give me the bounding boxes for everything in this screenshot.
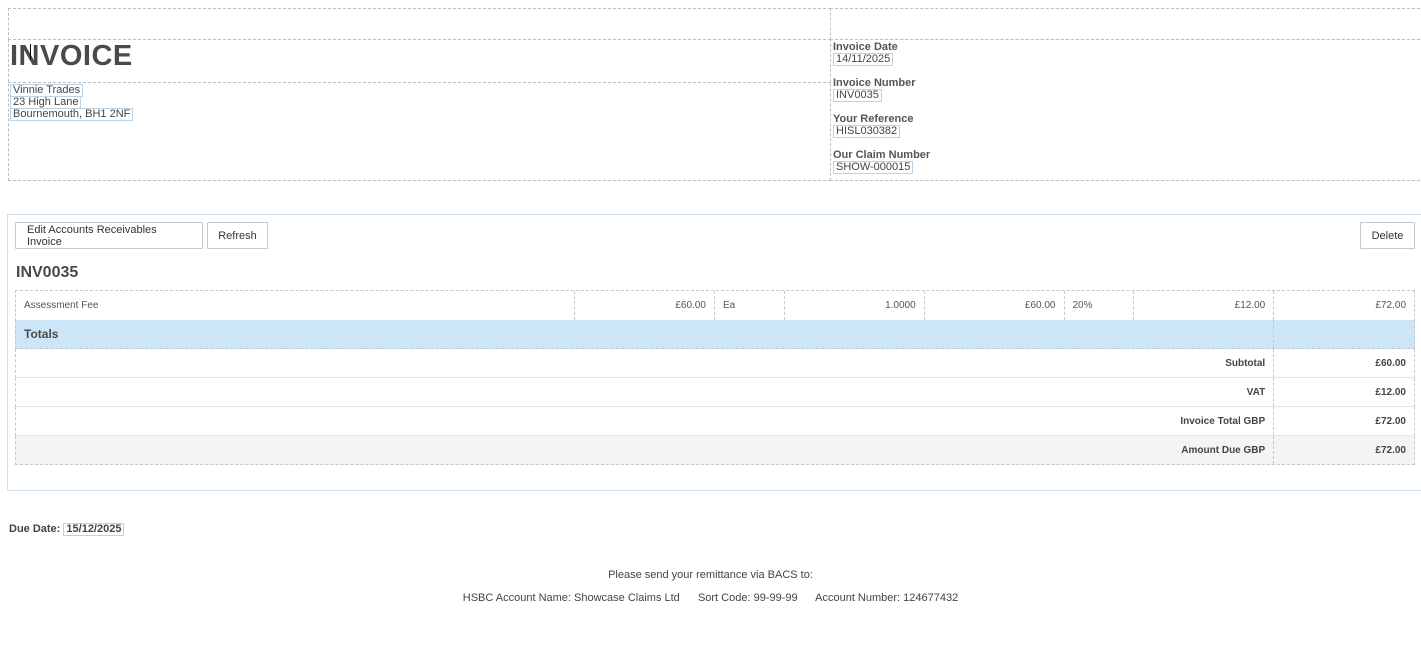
totals-header-value	[1274, 320, 1414, 348]
bank-account-name: HSBC Account Name: Showcase Claims Ltd	[462, 592, 680, 604]
due-date: Due Date: 15/12/2025	[9, 523, 125, 536]
total-value: £72.00	[1375, 444, 1406, 456]
header-top-left-cell	[8, 8, 831, 40]
vat-row: VAT £12.00	[15, 378, 1415, 407]
header-top-right-cell	[830, 8, 1421, 40]
bank-account-number: Account Number: 124677432	[815, 592, 959, 604]
due-date-value[interactable]: 15/12/2025	[63, 523, 125, 536]
due-date-label: Due Date:	[9, 523, 61, 535]
total-value: £72.00	[1375, 415, 1406, 427]
invoice-total-row: Invoice Total GBP £72.00	[15, 407, 1415, 436]
line-unit: Ea	[715, 291, 785, 320]
delete-button[interactable]: Delete	[1360, 222, 1415, 249]
invoice-meta: Invoice Date 14/11/2025 Invoice Number I…	[833, 41, 930, 185]
meta-label: Our Claim Number	[833, 149, 931, 161]
meta-value[interactable]: SHOW-000015	[833, 161, 914, 174]
text-cursor-icon	[30, 44, 32, 60]
line-item-row: Assessment Fee £60.00 Ea 1.0000 £60.00 2…	[15, 290, 1415, 321]
meta-invoice-date: Invoice Date 14/11/2025	[833, 41, 930, 77]
meta-value[interactable]: INV0035	[833, 89, 882, 102]
line-vat: £12.00	[1134, 291, 1275, 320]
totals-header-row: Totals	[15, 320, 1415, 349]
meta-your-reference: Your Reference HISL030382	[833, 113, 930, 149]
panel-heading: INV0035	[16, 264, 79, 281]
address-line-town[interactable]: Bournemouth, BH1 2NF	[10, 108, 134, 121]
total-label: Amount Due GBP	[16, 436, 1275, 464]
total-value: £12.00	[1375, 386, 1406, 398]
bank-sort-code: Sort Code: 99-99-99	[697, 592, 798, 604]
meta-invoice-number: Invoice Number INV0035	[833, 77, 930, 113]
total-label: VAT	[16, 378, 1275, 406]
meta-label: Invoice Number	[833, 77, 916, 89]
remittance-text: Please send your remittance via BACS to:	[608, 569, 813, 581]
amount-due-row: Amount Due GBP £72.00	[15, 436, 1415, 465]
meta-label: Your Reference	[833, 113, 914, 125]
edit-invoice-button[interactable]: Edit Accounts Receivables Invoice	[15, 222, 203, 249]
line-net: £60.00	[925, 291, 1065, 320]
line-quantity: 1.0000	[785, 291, 925, 320]
line-description: Assessment Fee	[16, 291, 576, 320]
line-vat-rate: 20%	[1065, 291, 1135, 320]
line-total: £72.00	[1375, 300, 1407, 311]
refresh-button[interactable]: Refresh	[207, 222, 268, 249]
meta-claim-number: Our Claim Number SHOW-000015	[833, 149, 930, 185]
meta-value[interactable]: HISL030382	[833, 125, 901, 138]
subtotal-row: Subtotal £60.00	[15, 349, 1415, 378]
total-value: £60.00	[1375, 357, 1406, 369]
total-label: Invoice Total GBP	[16, 407, 1275, 435]
meta-label: Invoice Date	[833, 41, 898, 53]
invoice-title: INVOICE	[10, 40, 133, 72]
total-label: Subtotal	[16, 349, 1275, 377]
bank-details: HSBC Account Name: Showcase Claims Ltd S…	[0, 592, 1421, 604]
meta-value[interactable]: 14/11/2025	[833, 53, 894, 66]
totals-label: Totals	[16, 320, 1275, 348]
address-block: Vinnie Trades 23 High Lane Bournemouth, …	[10, 84, 134, 121]
line-unit-price: £60.00	[575, 291, 715, 320]
